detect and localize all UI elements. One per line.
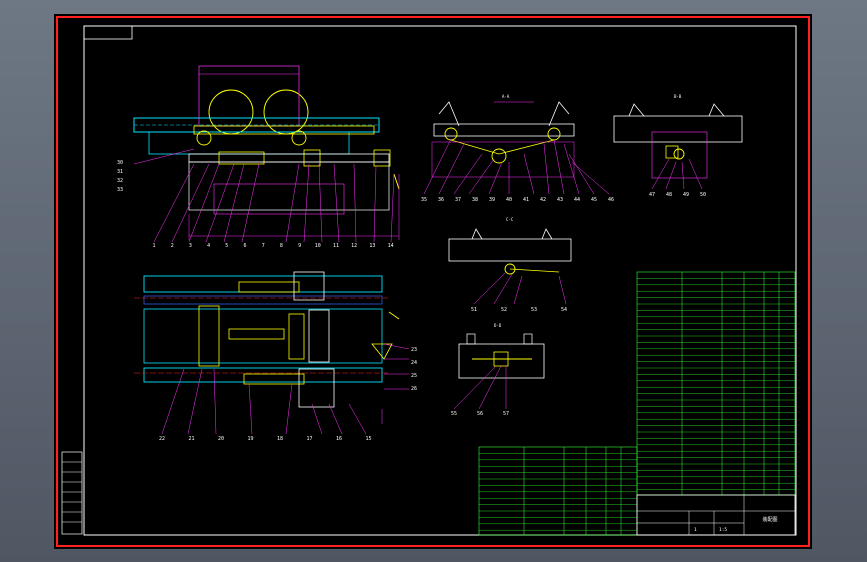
- part-number-top_balloons: 10: [315, 243, 321, 249]
- part-number-right_balloons: 25: [411, 373, 417, 379]
- cad-viewport: 装配图 1:5 1 A-A B-B C-C D-D 1 2 3 4 5 6 7 8 9 10 11 1…: [0, 0, 867, 562]
- part-number-top_balloons: 4: [207, 243, 210, 249]
- part-number-top_balloons: 2: [171, 243, 174, 249]
- part-number-section_a_balloons: 36: [438, 197, 444, 203]
- part-number-section_a_balloons: 38: [472, 197, 478, 203]
- part-number-top_balloons: 14: [388, 243, 394, 249]
- part-number-section_d_balloons: 55: [451, 411, 457, 417]
- rear-wheel: [263, 89, 309, 135]
- part-number-right_balloons: 26: [411, 386, 417, 392]
- part-number-section_a_balloons: 35: [421, 197, 427, 203]
- part-number-section_c_balloons: 54: [561, 307, 567, 313]
- part-number-section_a_balloons: 43: [557, 197, 563, 203]
- title-block: 装配图 1:5 1: [636, 494, 796, 536]
- drawing-sheet: 装配图 1:5 1 A-A B-B C-C D-D 1 2 3 4 5 6 7 8 9 10 11 1…: [54, 14, 812, 549]
- part-number-section_b_balloons: 47: [649, 192, 655, 198]
- part-number-section_c_balloons: 53: [531, 307, 537, 313]
- drawing-scale: 1:5: [719, 527, 727, 533]
- part-number-bottom_balloons: 17: [306, 436, 312, 442]
- part-number-top_balloons: 1: [152, 243, 155, 249]
- drawing-canvas: 装配图 1:5 1 A-A B-B C-C D-D 1 2 3 4 5 6 7 8 9 10 11 1…: [56, 16, 810, 547]
- part-number-top_balloons: 9: [298, 243, 301, 249]
- part-number-bottom_balloons: 16: [336, 436, 342, 442]
- section-c-label: C-C: [506, 217, 514, 222]
- part-number-bottom_balloons: 21: [188, 436, 194, 442]
- part-number-top_balloons: 3: [189, 243, 192, 249]
- part-number-top_balloons: 12: [351, 243, 357, 249]
- part-number-section_c_balloons: 51: [471, 307, 477, 313]
- part-number-right_balloons: 23: [411, 347, 417, 353]
- part-number-right_balloons: 24: [411, 360, 417, 366]
- part-number-bottom_balloons: 19: [247, 436, 253, 442]
- part-number-section_b_balloons: 49: [683, 192, 689, 198]
- drawing-code-box: [83, 25, 133, 40]
- part-number-bottom_balloons: 20: [218, 436, 224, 442]
- part-number-section_c_balloons: 52: [501, 307, 507, 313]
- part-number-top_balloons: 6: [243, 243, 246, 249]
- part-number-top_balloons: 11: [333, 243, 339, 249]
- part-number-top_balloons: 7: [262, 243, 265, 249]
- parts-list-upper: [636, 271, 796, 496]
- part-number-section_a_balloons: 40: [506, 197, 512, 203]
- part-balloons: 1 2 3 4 5 6 7 8 9 10 11 12 13 1422 21 20 19 18 17 16 1530313…: [117, 160, 706, 442]
- part-number-section_d_balloons: 56: [477, 411, 483, 417]
- drawing-border: [83, 25, 797, 536]
- part-number-top_balloons: 13: [369, 243, 375, 249]
- part-number-section_a_balloons: 45: [591, 197, 597, 203]
- drawing-name: 装配图: [762, 516, 777, 523]
- section-b-label: B-B: [674, 94, 682, 99]
- front-view: [133, 65, 400, 243]
- section-a-label: A-A: [502, 94, 510, 99]
- part-number-bottom_balloons: 22: [159, 436, 165, 442]
- sheet-frame: [56, 16, 810, 547]
- part-number-top_balloons: 8: [280, 243, 283, 249]
- part-number-section_a_balloons: 46: [608, 197, 614, 203]
- section-b-view: [613, 103, 743, 190]
- part-number-section_b_balloons: 50: [700, 192, 706, 198]
- part-number-section_a_balloons: 42: [540, 197, 546, 203]
- part-number-bottom_balloons: 18: [277, 436, 283, 442]
- part-number-left_balloons: 33: [117, 187, 123, 193]
- section-a-view: [423, 101, 610, 195]
- binding-margin-table: [61, 451, 83, 535]
- part-number-section_b_balloons: 48: [666, 192, 672, 198]
- part-number-top_balloons: 5: [225, 243, 228, 249]
- drawing-sheet-number: 1: [694, 527, 697, 533]
- top-view: [134, 271, 410, 435]
- part-number-bottom_balloons: 15: [365, 436, 371, 442]
- section-d-view: [453, 333, 545, 410]
- part-number-section_a_balloons: 37: [455, 197, 461, 203]
- section-d-label: D-D: [494, 323, 502, 328]
- part-number-section_a_balloons: 41: [523, 197, 529, 203]
- front-wheel: [208, 89, 254, 135]
- part-number-section_a_balloons: 39: [489, 197, 495, 203]
- part-number-left_balloons: 32: [117, 178, 123, 184]
- part-number-left_balloons: 30: [117, 160, 123, 166]
- part-number-section_d_balloons: 57: [503, 411, 509, 417]
- part-number-left_balloons: 31: [117, 169, 123, 175]
- part-number-section_a_balloons: 44: [574, 197, 580, 203]
- section-c-view: [448, 228, 572, 305]
- parts-list-lower: [478, 446, 638, 536]
